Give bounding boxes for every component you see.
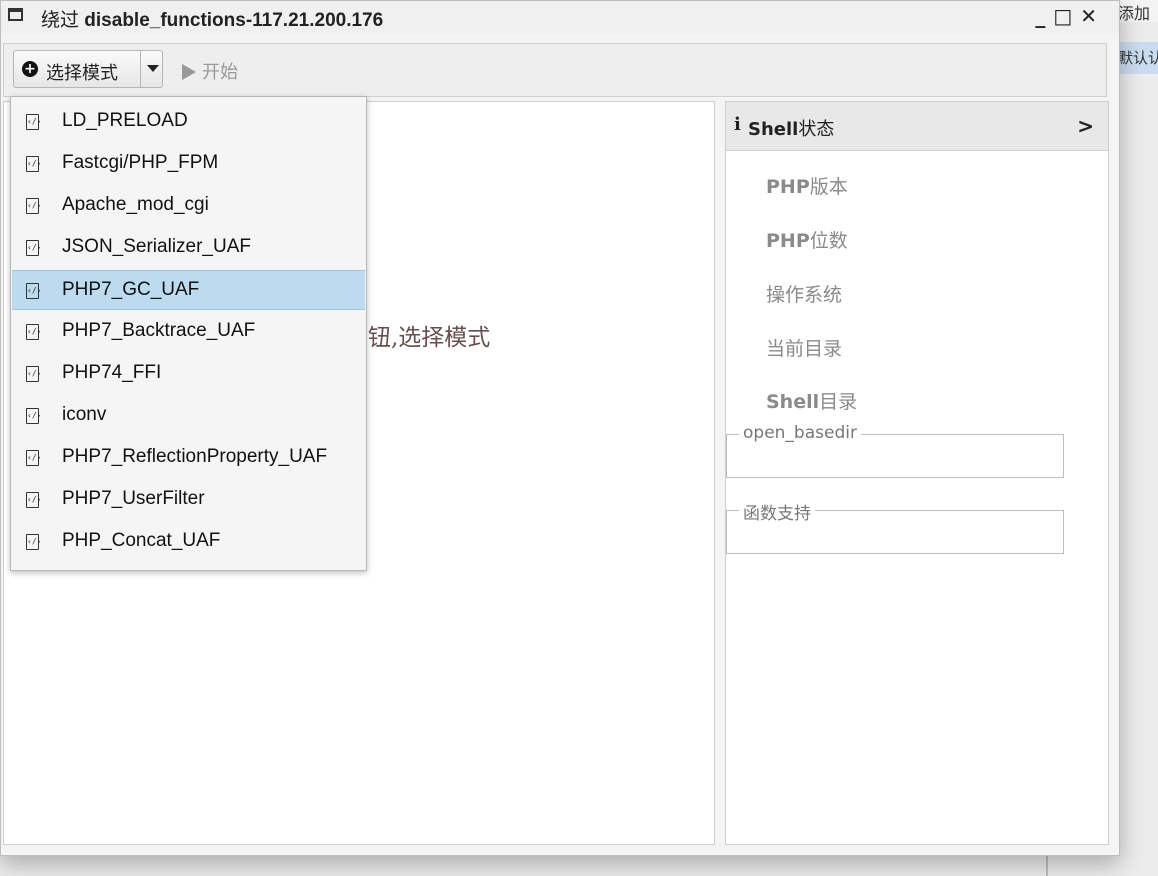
current-dir-label: 当前目录 — [766, 338, 843, 360]
shell-status-header[interactable]: i Shell状态 > — [726, 102, 1108, 151]
dropdown-item[interactable]: LD_PRELOAD — [12, 102, 365, 142]
code-file-icon — [26, 324, 39, 340]
button-split-divider — [140, 51, 141, 87]
close-icon[interactable]: ✕ — [1080, 4, 1105, 28]
minimize-icon[interactable]: _ — [1035, 4, 1053, 28]
code-file-icon — [26, 114, 39, 130]
shell-status-title: Shell状态 — [748, 119, 835, 140]
title-target: disable_functions-117.21.200.176 — [84, 10, 384, 31]
background-add-label: 添加 — [1116, 0, 1158, 22]
shell-status-panel: i Shell状态 > PHP版本 PHP位数 操作系统 当前目录 Shell目… — [725, 101, 1109, 845]
info-icon: i — [734, 114, 741, 135]
select-mode-label: 选择模式 — [46, 63, 118, 84]
dropdown-item[interactable]: PHP_Concat_UAF — [12, 522, 365, 562]
title-bar[interactable]: 绕过 disable_functions-117.21.200.176 _□✕ — [1, 1, 1119, 33]
os-label: 操作系统 — [766, 284, 843, 306]
title-prefix: 绕过 — [41, 10, 80, 31]
dropdown-item[interactable]: PHP7_ReflectionProperty_UAF — [12, 438, 365, 478]
open-basedir-legend: open_basedir — [727, 423, 861, 443]
dropdown-item-label: PHP74_FFI — [62, 362, 162, 383]
start-button[interactable]: 开始 — [182, 58, 238, 84]
dropdown-item[interactable]: Apache_mod_cgi — [12, 186, 365, 226]
dropdown-item[interactable]: JSON_Serializer_UAF — [12, 228, 365, 268]
plus-circle-icon: + — [22, 61, 38, 77]
dropdown-item[interactable]: PHP7_Backtrace_UAF — [12, 312, 365, 352]
open-basedir-fieldset: open_basedir — [726, 423, 1064, 478]
code-file-icon — [26, 408, 39, 424]
background-tab[interactable]: 默认认 — [1115, 42, 1158, 74]
code-file-icon — [26, 283, 39, 299]
toolbar: + 选择模式 开始 — [3, 43, 1107, 97]
mode-dropdown-menu: LD_PRELOAD Fastcgi/PHP_FPM Apache_mod_cgi J… — [10, 96, 367, 571]
dropdown-item-label: iconv — [62, 404, 107, 425]
function-support-fieldset: 函数支持 — [726, 499, 1064, 554]
background-divider — [1046, 855, 1048, 876]
dropdown-item[interactable]: PHP74_FFI — [12, 354, 365, 394]
dropdown-item-label: PHP7_GC_UAF — [62, 279, 200, 300]
code-file-icon — [26, 156, 39, 172]
window-controls: _□✕ — [1035, 4, 1105, 28]
bypass-dialog: 绕过 disable_functions-117.21.200.176 _□✕ … — [0, 0, 1120, 856]
play-icon — [182, 64, 196, 80]
dropdown-item-label: Fastcgi/PHP_FPM — [62, 152, 219, 173]
code-file-icon — [26, 198, 39, 214]
code-file-icon — [26, 492, 39, 508]
dropdown-item-label: Apache_mod_cgi — [62, 194, 209, 215]
dropdown-item-label: JSON_Serializer_UAF — [62, 236, 251, 257]
php-bits-label: PHP位数 — [766, 230, 848, 252]
select-mode-button[interactable]: + 选择模式 — [13, 50, 163, 88]
chevron-right-icon[interactable]: > — [1077, 114, 1094, 138]
maximize-icon[interactable]: □ — [1053, 4, 1080, 28]
dropdown-item-label: PHP_Concat_UAF — [62, 530, 221, 551]
dropdown-item-label: PHP7_UserFilter — [62, 488, 205, 509]
dropdown-item[interactable]: PHP7_GC_UAF — [12, 270, 365, 310]
shell-dir-label: Shell目录 — [766, 391, 858, 413]
code-file-icon — [26, 534, 39, 550]
code-file-icon — [26, 450, 39, 466]
dropdown-item[interactable]: PHP7_UserFilter — [12, 480, 365, 520]
hint-text: 钮,选择模式 — [368, 325, 491, 351]
function-support-legend: 函数支持 — [727, 499, 815, 524]
chevron-down-icon[interactable] — [147, 65, 159, 72]
dropdown-item-label: LD_PRELOAD — [62, 110, 188, 131]
code-file-icon — [26, 366, 39, 382]
dropdown-item-label: PHP7_ReflectionProperty_UAF — [62, 446, 328, 467]
window-title: 绕过 disable_functions-117.21.200.176 — [41, 5, 383, 32]
window-icon — [8, 8, 23, 21]
start-label: 开始 — [202, 62, 238, 83]
dropdown-item-label: PHP7_Backtrace_UAF — [62, 320, 256, 341]
dropdown-item[interactable]: Fastcgi/PHP_FPM — [12, 144, 365, 184]
dropdown-item[interactable]: iconv — [12, 396, 365, 436]
php-version-label: PHP版本 — [766, 176, 848, 198]
code-file-icon — [26, 240, 39, 256]
